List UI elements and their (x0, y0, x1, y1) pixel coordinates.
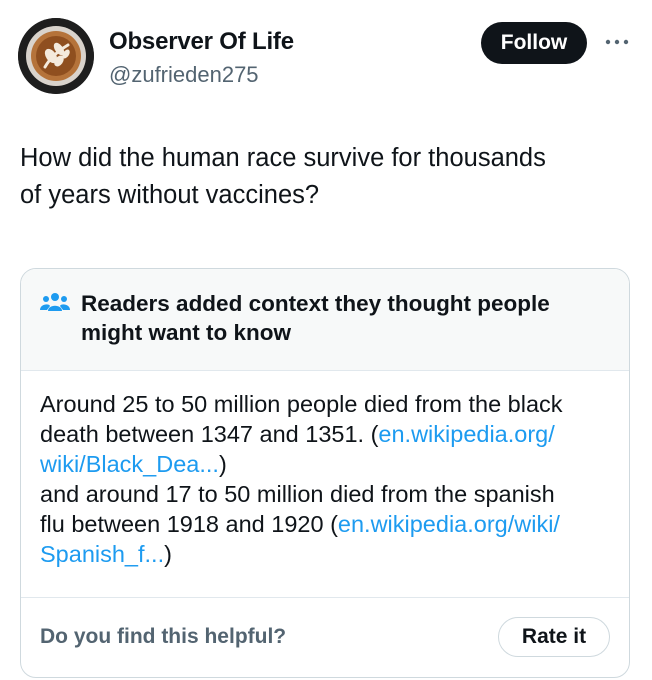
note-line: wiki/Black_Dea...) (40, 449, 615, 479)
note-title-line: might want to know (81, 320, 291, 345)
note-line: Around 25 to 50 million people died from… (40, 391, 563, 417)
spanish-flu-link[interactable]: Spanish_f... (40, 541, 164, 567)
tweet-text-line: How did the human race survive for thous… (20, 144, 546, 172)
note-text: death between 1347 and 1351. ( (40, 421, 379, 447)
community-note-title: Readers added context they thought peopl… (81, 289, 601, 347)
rate-it-button[interactable]: Rate it (498, 617, 610, 657)
community-note-header: Readers added context they thought peopl… (21, 269, 629, 371)
author-name[interactable]: Observer Of Life (109, 28, 294, 56)
note-text: ) (218, 451, 227, 477)
helpful-question: Do you find this helpful? (40, 625, 287, 648)
follow-button[interactable]: Follow (481, 22, 587, 64)
community-note-body: Around 25 to 50 million people died from… (40, 389, 615, 569)
spanish-flu-link[interactable]: en.wikipedia.org/wiki/ (338, 511, 560, 537)
author-handle[interactable]: @zufrieden275 (109, 62, 259, 88)
tweet-text: How did the human race survive for thous… (20, 140, 630, 214)
latte-art-icon (18, 18, 94, 94)
avatar[interactable] (18, 18, 94, 94)
note-text: ) (164, 541, 172, 567)
black-death-link[interactable]: en.wikipedia.org/ (378, 421, 554, 447)
black-death-link[interactable]: wiki/Black_Dea... (40, 451, 219, 477)
tweet-text-line: of years without vaccines? (20, 181, 320, 209)
more-horizontal-icon[interactable] (601, 30, 633, 54)
community-note-card: Readers added context they thought peopl… (20, 268, 630, 678)
community-note-footer: Do you find this helpful? Rate it (21, 597, 629, 677)
note-line: flu between 1918 and 1920 (en.wikipedia.… (40, 509, 615, 539)
note-line: and around 17 to 50 million died from th… (40, 481, 555, 507)
tweet-header: Observer Of Life @zufrieden275 Follow (0, 0, 652, 100)
note-title-line: Readers added context they thought peopl… (81, 291, 550, 316)
people-icon (40, 293, 70, 311)
note-line: Spanish_f...) (40, 539, 615, 569)
note-line: death between 1347 and 1351. (en.wikiped… (40, 419, 615, 449)
note-text: flu between 1918 and 1920 ( (40, 511, 338, 537)
